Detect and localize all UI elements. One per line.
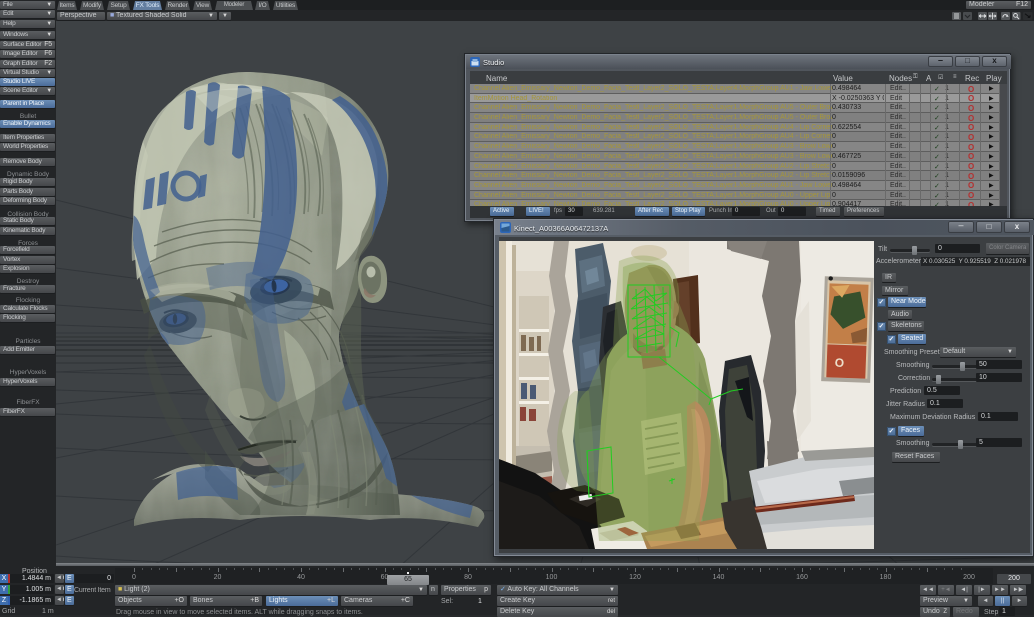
svg-text:O: O	[835, 356, 845, 370]
